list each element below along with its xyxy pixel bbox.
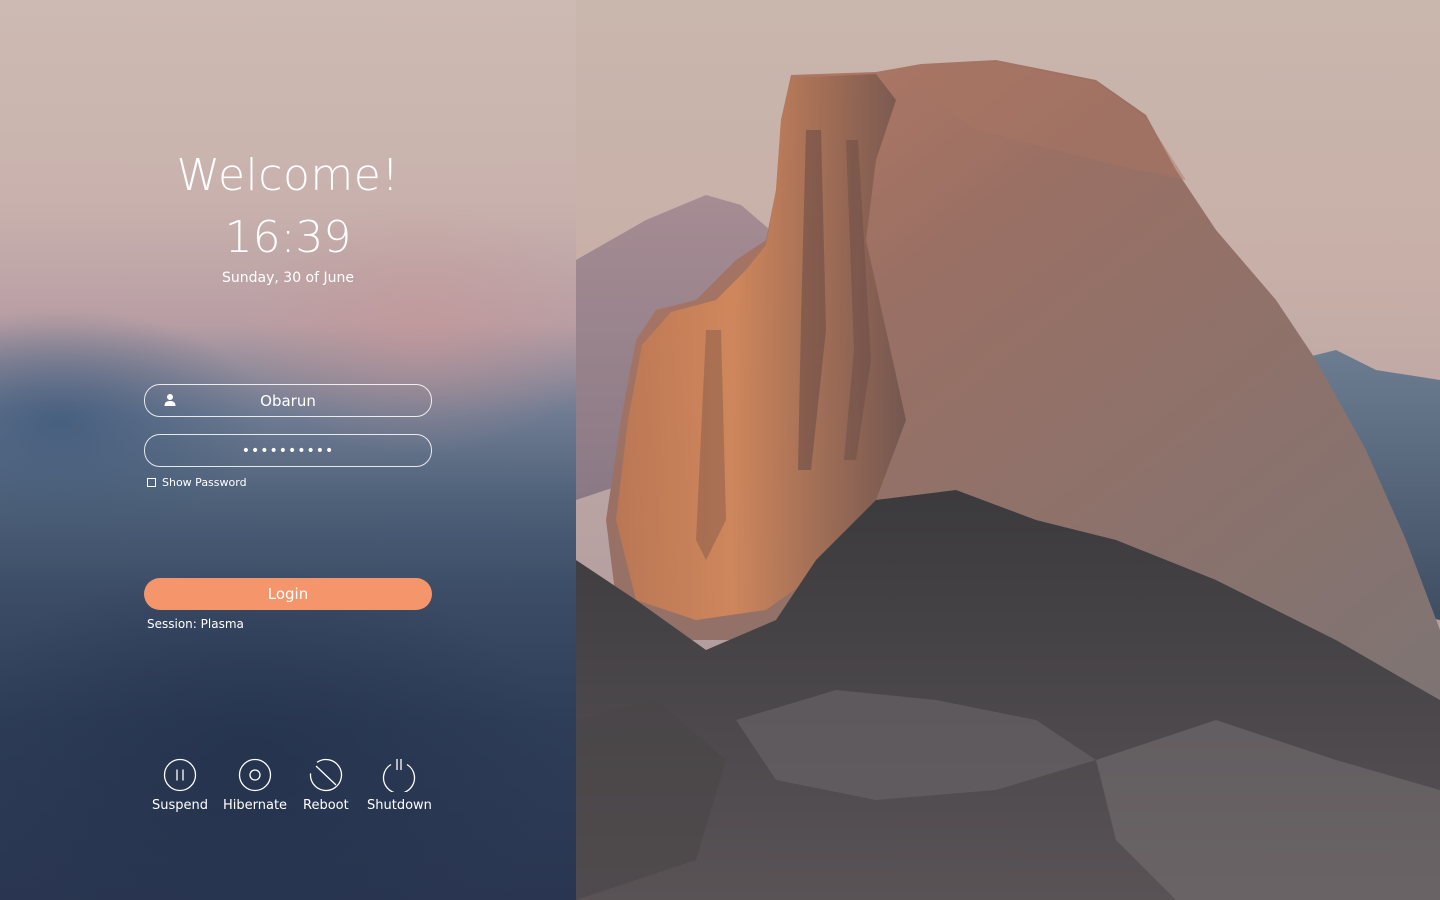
clock-date: Sunday, 30 of June	[222, 270, 354, 286]
username-field[interactable]: Obarun	[144, 384, 432, 417]
suspend-button[interactable]: Suspend	[152, 758, 208, 813]
show-password-checkbox[interactable]	[147, 478, 156, 487]
welcome-title: Welcome!	[176, 150, 400, 201]
wallpaper-mountain	[576, 0, 1440, 900]
suspend-label: Suspend	[152, 798, 209, 813]
username-value: Obarun	[260, 391, 316, 410]
password-value: ••••••••••	[241, 442, 335, 459]
login-screen: Welcome! 16:39 Sunday, 30 of June Obarun…	[0, 0, 1440, 900]
login-panel: Welcome! 16:39 Sunday, 30 of June Obarun…	[0, 0, 576, 900]
login-button[interactable]: Login	[144, 578, 432, 610]
pause-icon	[163, 758, 197, 792]
mountain-illustration	[576, 60, 1440, 900]
show-password-label: Show Password	[162, 476, 247, 489]
reboot-button[interactable]: Reboot	[303, 758, 349, 813]
hibernate-label: Hibernate	[223, 798, 288, 813]
hibernate-button[interactable]: Hibernate	[223, 758, 287, 813]
show-password-toggle[interactable]: Show Password	[147, 476, 247, 489]
clock-time: 16:39	[224, 212, 352, 263]
password-field[interactable]: ••••••••••	[144, 434, 432, 467]
reboot-label: Reboot	[303, 798, 349, 813]
hibernate-icon	[238, 758, 272, 792]
shutdown-label: Shutdown	[367, 798, 432, 813]
reboot-icon	[309, 758, 342, 792]
user-icon	[164, 394, 176, 406]
power-icon	[383, 759, 416, 792]
session-selector[interactable]: Session: Plasma	[147, 617, 244, 631]
shutdown-button[interactable]: Shutdown	[367, 758, 432, 813]
